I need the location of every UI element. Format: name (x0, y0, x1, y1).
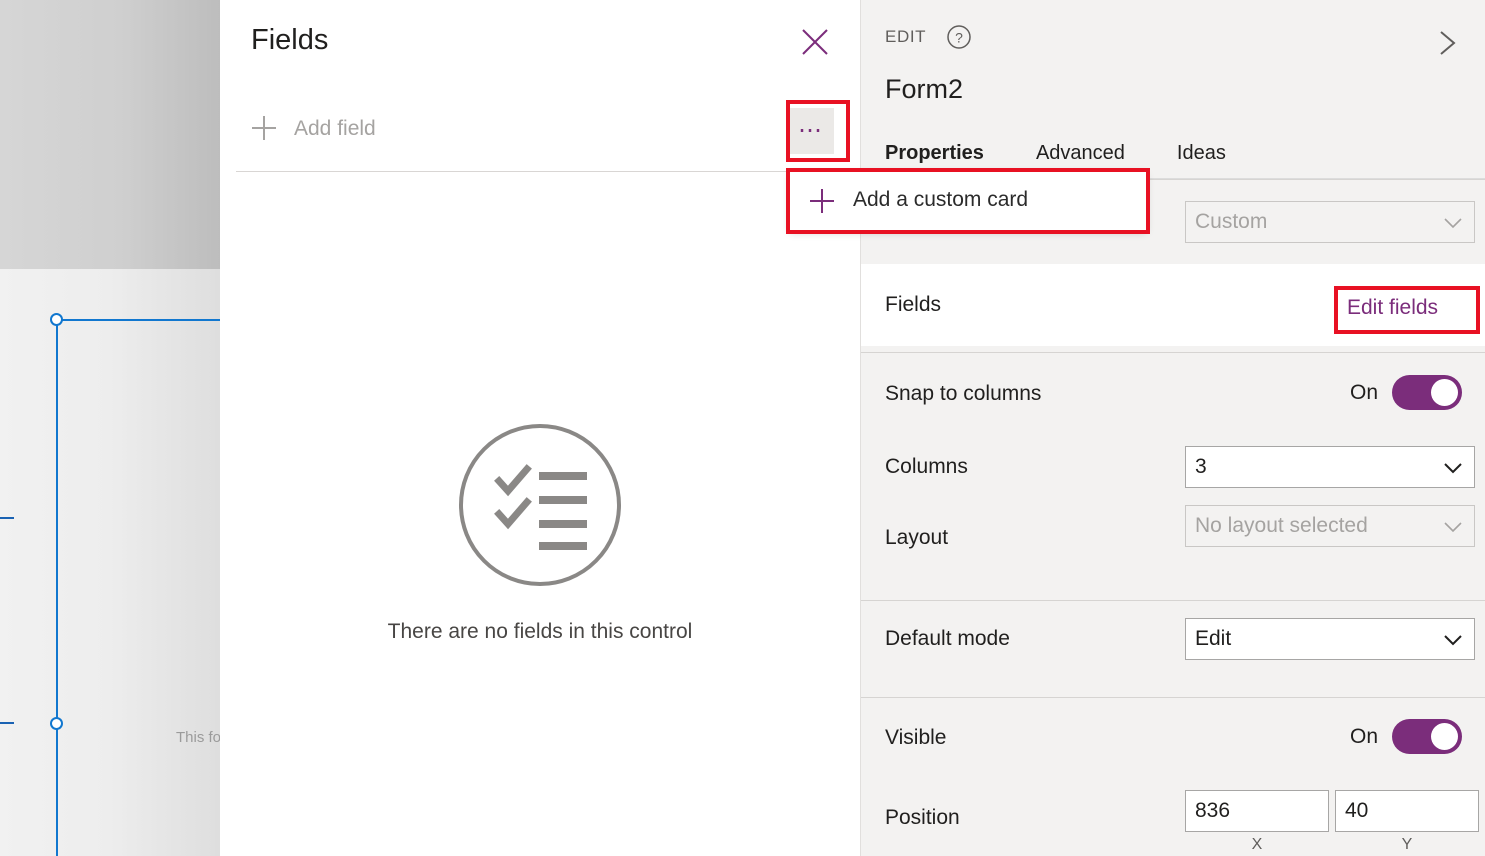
position-y-axis-label: Y (1401, 836, 1413, 853)
edit-panel-title: Form2 (885, 74, 964, 104)
tab-ideas[interactable]: Ideas (1177, 142, 1226, 165)
ellipsis-glyph: ⋯ (798, 117, 824, 144)
fields-panel: Fields Add field ⋯ There are no fields i… (220, 0, 860, 856)
app-root: This fo Fields Add field ⋯ There are no … (0, 0, 1485, 856)
position-label: Position (885, 805, 960, 829)
chevron-right-icon[interactable] (1429, 26, 1463, 60)
snap-to-columns-toggle[interactable] (1392, 375, 1462, 410)
data-source-value: Custom (1195, 210, 1268, 233)
chevron-down-icon (1443, 633, 1463, 646)
svg-text:?: ? (955, 30, 963, 46)
edit-properties-panel: EDIT ? Form2 Properties Advanced Ideas D… (860, 0, 1485, 856)
snap-to-columns-state: On (1349, 380, 1378, 404)
toggle-knob (1431, 723, 1458, 750)
ellipsis-icon[interactable]: ⋯ (788, 108, 834, 154)
edit-panel-kicker: EDIT (885, 27, 927, 46)
app-canvas[interactable]: This fo (0, 0, 222, 856)
properties-section-visible-position: Visible On Position 836 40 X Y (861, 697, 1485, 856)
fields-panel-divider (236, 171, 844, 172)
default-mode-value: Edit (1195, 627, 1232, 650)
context-menu: Add a custom card (790, 172, 1146, 230)
visible-toggle-wrap: On (1350, 719, 1462, 754)
row-default-mode: Default mode Edit (861, 601, 1485, 677)
selection-tick-left-lower (0, 722, 14, 724)
plus-icon (808, 187, 836, 215)
chevron-down-icon (1443, 461, 1463, 474)
snap-to-columns-label: Snap to columns (885, 382, 1042, 405)
fields-panel-title: Fields (251, 24, 329, 56)
chevron-down-icon (1443, 520, 1463, 533)
selection-border-top (57, 319, 220, 321)
position-y-input[interactable]: 40 (1335, 790, 1479, 832)
properties-section-mode: Default mode Edit (861, 600, 1485, 677)
canvas-screen-surface[interactable] (0, 269, 220, 856)
snap-to-columns-toggle-wrap: On (1350, 375, 1462, 410)
row-columns: Columns 3 (861, 435, 1485, 499)
properties-section-layout: Snap to columns On Columns 3 Layout No l… (861, 352, 1485, 580)
layout-label: Layout (885, 526, 949, 549)
row-snap-to-columns: Snap to columns On (861, 353, 1485, 435)
position-x-input[interactable]: 836 (1185, 790, 1329, 832)
canvas-form-placeholder-text: This fo (176, 729, 222, 746)
fields-empty-state: There are no fields in this control (220, 420, 860, 644)
columns-value: 3 (1195, 455, 1207, 478)
add-field-button[interactable]: Add field (220, 100, 860, 162)
selection-tick-left-upper (0, 517, 14, 519)
selection-handle-top-left[interactable] (50, 313, 63, 326)
row-visible: Visible On (861, 698, 1485, 778)
plus-icon (249, 113, 279, 143)
tab-advanced[interactable]: Advanced (1036, 142, 1125, 165)
help-circle-icon[interactable]: ? (946, 24, 972, 50)
row-position: Position 836 40 X Y (861, 778, 1485, 856)
position-x-axis-label: X (1251, 836, 1263, 853)
toggle-knob (1431, 379, 1458, 406)
data-source-select: Custom (1185, 201, 1475, 243)
visible-state: On (1349, 724, 1378, 748)
add-field-label: Add field (294, 117, 376, 140)
edit-panel-tabs: Properties Advanced Ideas (885, 142, 1278, 165)
tab-properties[interactable]: Properties (885, 142, 984, 165)
columns-label: Columns (885, 455, 968, 478)
fields-empty-state-text: There are no fields in this control (387, 620, 693, 643)
layout-value: No layout selected (1195, 514, 1368, 537)
selection-handle-middle-left[interactable] (50, 717, 63, 730)
edit-fields-highlight-label[interactable]: Edit fields (1347, 296, 1438, 320)
menu-item-add-custom-card[interactable]: Add a custom card (853, 188, 1028, 212)
checklist-icon (455, 420, 625, 590)
row-layout: Layout No layout selected (861, 499, 1485, 577)
default-mode-label: Default mode (885, 627, 1010, 650)
canvas-header-band (0, 0, 220, 269)
fields-row-label: Fields (885, 293, 942, 316)
selection-border-left (56, 320, 58, 856)
visible-label: Visible (885, 726, 947, 749)
visible-toggle[interactable] (1392, 719, 1462, 754)
columns-select[interactable]: 3 (1185, 446, 1475, 488)
chevron-down-icon (1443, 216, 1463, 229)
fields-panel-header: Fields (220, 0, 860, 86)
close-icon[interactable] (794, 21, 836, 63)
default-mode-select[interactable]: Edit (1185, 618, 1475, 660)
layout-select: No layout selected (1185, 505, 1475, 547)
